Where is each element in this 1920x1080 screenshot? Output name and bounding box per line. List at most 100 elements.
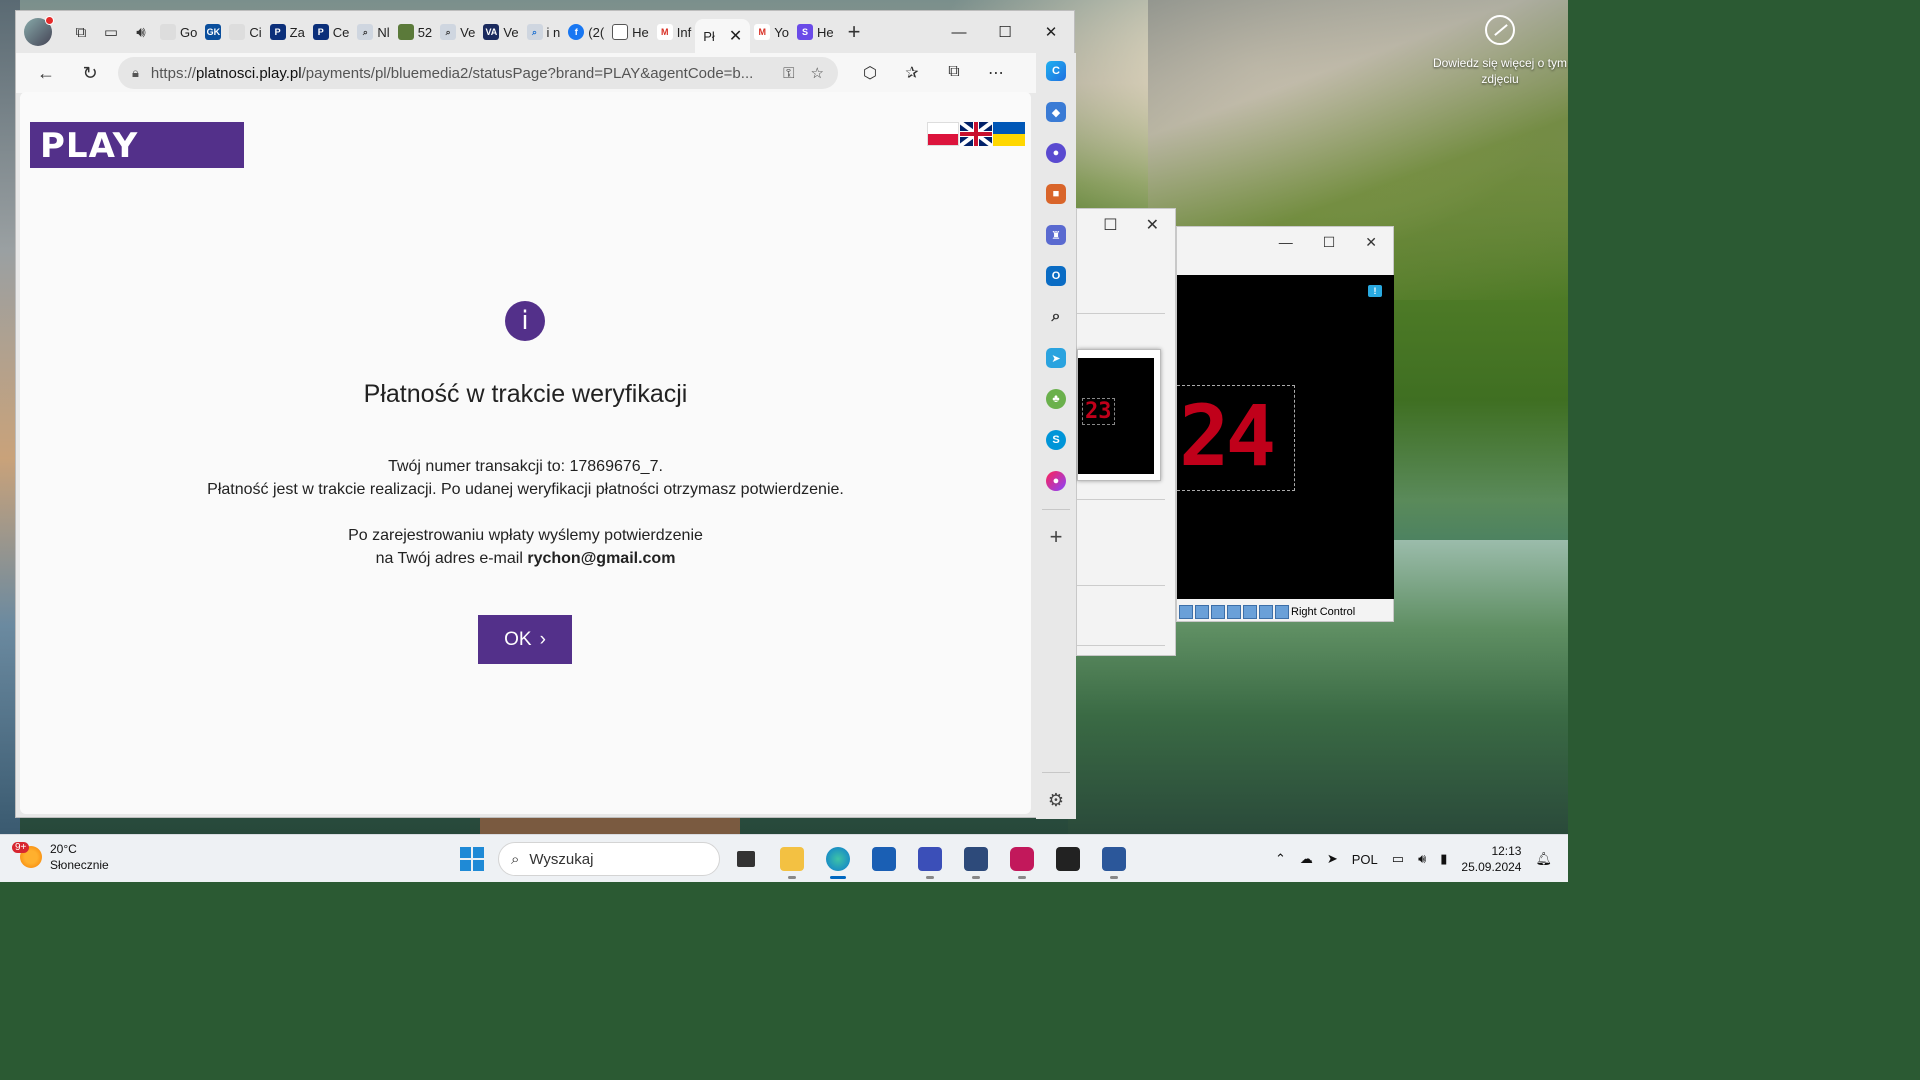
more-icon[interactable]: ⋯ bbox=[982, 63, 1010, 83]
ukrainian-flag-icon[interactable] bbox=[993, 122, 1025, 146]
va-icon: VA bbox=[483, 24, 500, 40]
profile-avatar[interactable] bbox=[24, 16, 54, 46]
language-indicator[interactable]: POL bbox=[1352, 852, 1378, 867]
key-icon[interactable]: ⚿ bbox=[783, 65, 794, 82]
file-explorer-button[interactable] bbox=[772, 839, 812, 879]
confirmation-message: Po zarejestrowaniu wpłaty wyślemy potwie… bbox=[348, 527, 703, 544]
tab[interactable]: 52 bbox=[394, 16, 436, 48]
location-icon[interactable]: ➤ bbox=[1327, 851, 1338, 867]
star-icon[interactable]: ☆ bbox=[811, 64, 824, 82]
display-icon[interactable]: ▭ bbox=[1392, 851, 1404, 867]
add-icon[interactable]: + bbox=[1050, 524, 1063, 550]
copilot-icon[interactable]: C bbox=[1046, 61, 1066, 81]
designer-icon[interactable]: ● bbox=[1046, 143, 1066, 163]
clock[interactable]: 12:13 25.09.2024 bbox=[1461, 843, 1521, 875]
save-app-button[interactable] bbox=[910, 839, 950, 879]
tab-actions-icon[interactable]: ▭ bbox=[96, 17, 126, 47]
search-icon[interactable]: ⌕ bbox=[1046, 307, 1066, 327]
terminal-button[interactable] bbox=[1048, 839, 1088, 879]
taskbar-search[interactable]: ⌕ Wyszukaj bbox=[498, 842, 720, 876]
shared-folder-icon[interactable] bbox=[1211, 605, 1225, 619]
tab[interactable]: P Za bbox=[266, 16, 309, 48]
vm-screen[interactable]: ! 24 bbox=[1177, 275, 1394, 599]
notification-icon[interactable]: ! bbox=[1368, 285, 1382, 297]
tab[interactable]: Go bbox=[156, 16, 201, 48]
store-button[interactable] bbox=[864, 839, 904, 879]
close-icon[interactable]: ✕ bbox=[1365, 234, 1377, 251]
tab[interactable]: He bbox=[608, 16, 653, 48]
tab[interactable]: ⌕ i n bbox=[523, 16, 565, 48]
tree-icon[interactable]: ♣ bbox=[1046, 389, 1066, 409]
close-icon[interactable]: ✕ bbox=[1028, 11, 1074, 53]
store-icon bbox=[872, 847, 896, 871]
games-icon[interactable]: ♜ bbox=[1046, 225, 1066, 245]
keyboard-capture-icon[interactable] bbox=[1275, 605, 1289, 619]
tab[interactable]: ⌕ Nl bbox=[353, 16, 393, 48]
notification-bell-icon[interactable]: 🔔︎ bbox=[1535, 851, 1552, 867]
network-app-button[interactable] bbox=[1094, 839, 1134, 879]
virtualbox-button[interactable] bbox=[956, 839, 996, 879]
tab[interactable]: M Inf bbox=[653, 16, 695, 48]
minimize-icon[interactable]: — bbox=[1279, 234, 1293, 250]
audio-icon[interactable] bbox=[1195, 605, 1209, 619]
app-icon[interactable]: ● bbox=[1046, 471, 1066, 491]
task-view-button[interactable] bbox=[726, 839, 766, 879]
english-flag-icon[interactable] bbox=[960, 122, 992, 146]
search-icon: ⌕ bbox=[440, 24, 457, 40]
play-logo[interactable]: PLAY bbox=[30, 122, 244, 168]
weather-description: Słonecznie bbox=[50, 858, 109, 872]
tools-icon[interactable]: ■ bbox=[1046, 184, 1066, 204]
tab[interactable]: GK bbox=[201, 16, 225, 48]
minimize-icon[interactable]: — bbox=[936, 11, 982, 53]
collections-icon[interactable]: ⧉ bbox=[940, 63, 968, 83]
maximize-icon[interactable]: ☐ bbox=[982, 11, 1028, 53]
edge-button[interactable] bbox=[818, 839, 858, 879]
chevron-up-icon[interactable]: ⌃ bbox=[1275, 851, 1286, 867]
telegram-icon[interactable]: ➤ bbox=[1046, 348, 1066, 368]
tab[interactable]: VA Ve bbox=[479, 16, 522, 48]
maximize-icon[interactable]: ☐ bbox=[1323, 234, 1336, 251]
speaker-icon[interactable]: 🔊︎ bbox=[126, 17, 156, 47]
tab[interactable]: f (2( bbox=[564, 16, 608, 48]
paypal-icon: P bbox=[312, 24, 329, 40]
weather-widget[interactable]: 9+ 20°C Słonecznie bbox=[12, 841, 109, 873]
wallpaper-info[interactable]: Dowiedz się więcej o tym zdjęciu bbox=[1432, 12, 1568, 87]
network-icon[interactable] bbox=[1243, 605, 1257, 619]
close-icon[interactable]: ✕ bbox=[1146, 215, 1159, 235]
vm-preview[interactable]: 23 bbox=[1077, 349, 1161, 481]
address-bar[interactable]: 🔒︎ https://platnosci.play.pl/payments/pl… bbox=[118, 57, 838, 89]
lock-icon[interactable]: 🔒︎ bbox=[132, 65, 139, 81]
tab[interactable]: M Yo bbox=[750, 16, 793, 48]
vm-statusbar: Right Control bbox=[1177, 601, 1394, 623]
gear-icon[interactable]: ⚙ bbox=[1048, 790, 1064, 811]
usb-icon[interactable] bbox=[1179, 605, 1193, 619]
extensions-icon[interactable]: ⬡ bbox=[856, 63, 884, 83]
favorites-icon[interactable]: ✰ bbox=[898, 63, 926, 83]
display-icon[interactable] bbox=[1227, 605, 1241, 619]
tab[interactable]: P Ce bbox=[309, 16, 354, 48]
new-tab-icon[interactable]: + bbox=[848, 19, 861, 45]
chevron-right-icon: › bbox=[539, 628, 546, 650]
vm-window-back[interactable]: ☐ ✕ 23 bbox=[1076, 208, 1176, 656]
shopping-tag-icon[interactable]: ◆ bbox=[1046, 102, 1066, 122]
media-app-button[interactable] bbox=[1002, 839, 1042, 879]
ok-button[interactable]: OK › bbox=[478, 615, 572, 664]
tab-active[interactable]: Pł ✕ bbox=[695, 19, 751, 53]
tab[interactable]: ⌕ Ve bbox=[436, 16, 479, 48]
workspaces-icon[interactable]: ⧉ bbox=[66, 17, 96, 47]
skype-icon[interactable]: S bbox=[1046, 430, 1066, 450]
maximize-icon[interactable]: ☐ bbox=[1103, 215, 1117, 235]
volume-icon[interactable]: 🔊︎ bbox=[1418, 851, 1426, 867]
refresh-icon[interactable]: ↻ bbox=[74, 57, 106, 89]
cloud-icon[interactable]: ☁ bbox=[1300, 851, 1313, 867]
polish-flag-icon[interactable] bbox=[927, 122, 959, 146]
tab[interactable]: Ci bbox=[225, 16, 265, 48]
close-tab-icon[interactable]: ✕ bbox=[729, 26, 742, 46]
outlook-icon[interactable]: O bbox=[1046, 266, 1066, 286]
start-button[interactable] bbox=[452, 839, 492, 879]
battery-icon[interactable]: ▮ bbox=[1440, 851, 1447, 867]
vm-window-front[interactable]: — ☐ ✕ ! 24 Right Control bbox=[1176, 226, 1394, 622]
tab[interactable]: S He bbox=[793, 16, 838, 48]
back-icon[interactable]: ← bbox=[30, 57, 62, 89]
recording-icon[interactable] bbox=[1259, 605, 1273, 619]
